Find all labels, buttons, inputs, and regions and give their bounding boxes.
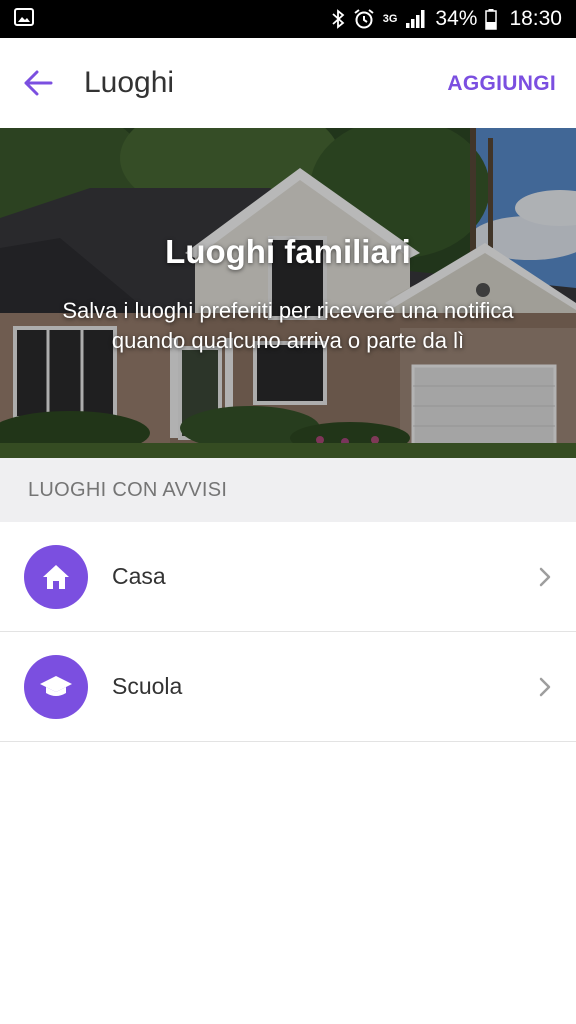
chevron-right-icon xyxy=(539,567,551,587)
clock: 18:30 xyxy=(509,7,562,30)
place-item-casa[interactable]: Casa xyxy=(0,522,576,632)
place-icon-circle xyxy=(24,545,88,609)
place-item-scuola[interactable]: Scuola xyxy=(0,632,576,742)
hero-title: Luoghi familiari xyxy=(165,233,411,270)
hero-subtitle: Salva i luoghi preferiti per ricevere un… xyxy=(62,298,514,353)
network-type: 3G xyxy=(382,12,398,25)
bluetooth-icon xyxy=(331,9,345,29)
chevron-right-icon xyxy=(539,677,551,697)
hero-banner: Luoghi familiari Salva i luoghi preferit… xyxy=(0,128,576,458)
section-header: LUOGHI CON AVVISI xyxy=(0,458,576,522)
battery-icon xyxy=(485,8,498,30)
graduation-cap-icon xyxy=(40,676,72,696)
battery-percent: 34% xyxy=(435,7,478,30)
image-icon xyxy=(14,7,34,31)
alarm-icon xyxy=(353,8,375,30)
place-icon-circle xyxy=(24,655,88,719)
arrow-left-icon xyxy=(24,70,53,96)
section-header-label: LUOGHI CON AVVISI xyxy=(28,478,228,501)
page-title: Luoghi xyxy=(84,66,175,99)
signal-icon xyxy=(405,9,427,29)
place-label: Scuola xyxy=(112,673,183,699)
house-photo xyxy=(0,128,576,458)
place-label: Casa xyxy=(112,563,166,589)
home-icon xyxy=(43,565,69,589)
add-place-button[interactable]: AGGIUNGI xyxy=(447,72,556,96)
back-button[interactable] xyxy=(22,68,54,98)
app-bar: Luoghi AGGIUNGI xyxy=(0,38,576,128)
status-bar: 3G 34% 18:30 xyxy=(0,0,576,38)
